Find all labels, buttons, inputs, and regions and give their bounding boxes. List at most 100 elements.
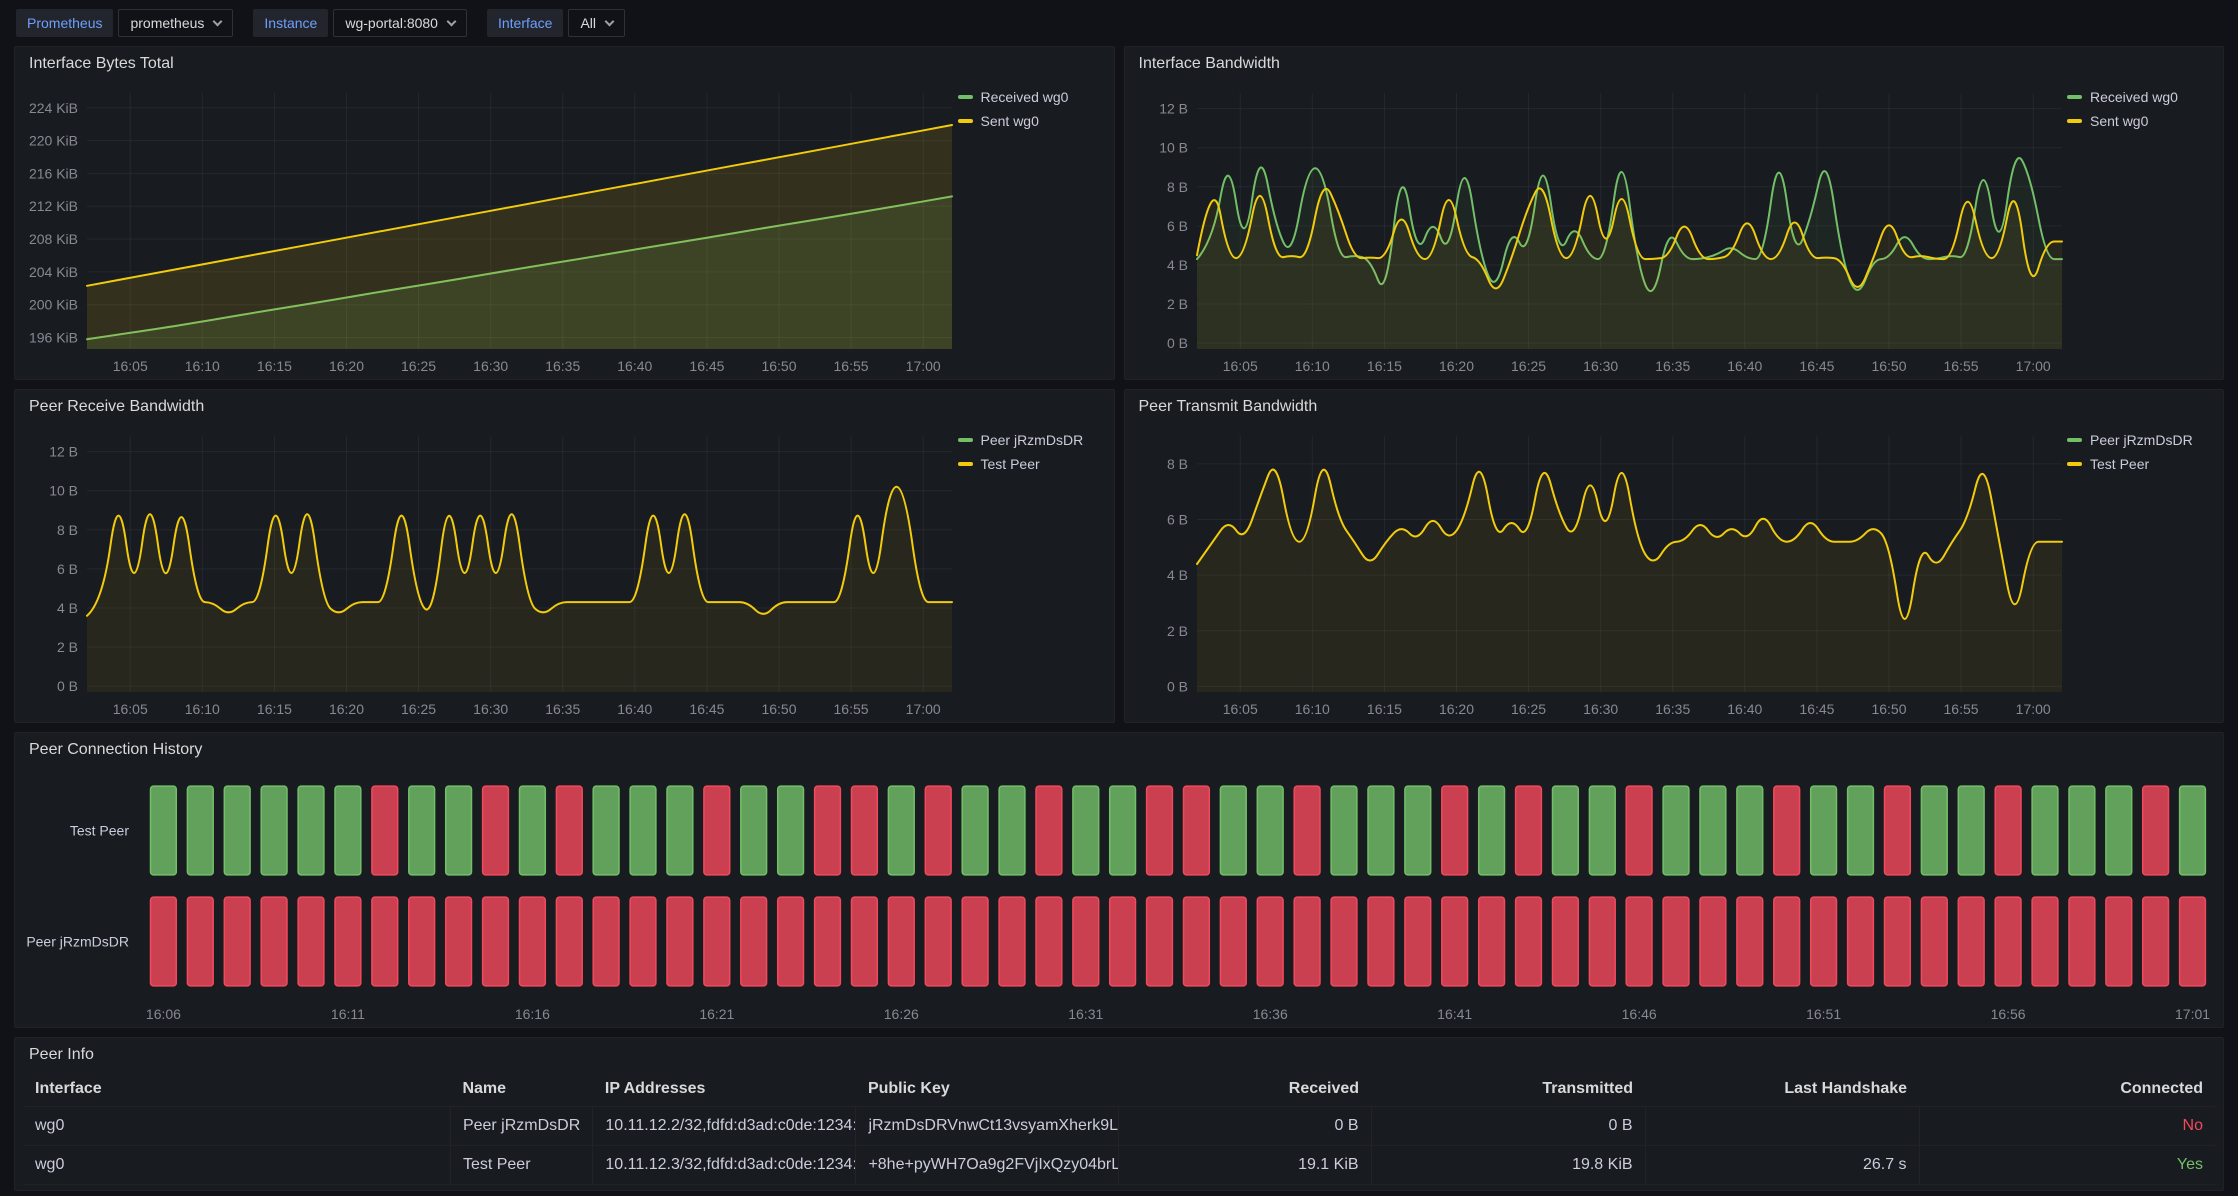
status-bar-down [1995,786,2021,875]
status-bar-down [741,897,767,986]
tick-label: 4 B [1166,257,1187,273]
status-bar-up [1073,786,1099,875]
status-bar-up [2032,786,2058,875]
panel-header: Interface Bandwidth [1125,47,2224,81]
legend-series-label: Sent wg0 [2090,113,2148,129]
var-interface-select[interactable]: All [568,9,625,37]
column-header-name[interactable]: Name [450,1072,592,1107]
status-history-svg: Test PeerPeer jRzmDsDR16:0616:1116:1616:… [15,767,2223,1027]
var-prometheus-label: Prometheus [16,9,113,37]
status-bar-down [999,897,1025,986]
status-bar-up [1663,786,1689,875]
panel-title: Interface Bandwidth [1139,55,1280,73]
table-row: wg0Peer jRzmDsDR10.11.12.2/32,fdfd:d3ad:… [23,1107,2215,1146]
status-bar-down [778,897,804,986]
tick-label: 16:10 [1294,358,1329,374]
peer-connection-history-chart[interactable]: Test PeerPeer jRzmDsDR16:0616:1116:1616:… [15,767,2223,1027]
tick-label: 0 B [1166,678,1187,694]
legend-series-swatch [2067,438,2082,442]
tick-label: 16:11 [331,1006,365,1022]
status-bar-down [1110,897,1136,986]
interface-bytes-total-chart[interactable]: 16:0516:1016:1516:2016:2516:3016:3516:40… [21,81,958,377]
status-bar-down [1220,897,1246,986]
status-bar-up [1848,786,1874,875]
var-prometheus-select[interactable]: prometheus [118,9,233,37]
tick-label: 16:05 [1222,358,1257,374]
legend-series-label: Peer jRzmDsDR [981,432,1084,448]
tick-label: 200 KiB [29,297,78,313]
tick-label: 17:00 [2015,358,2050,374]
column-header-interface[interactable]: Interface [23,1072,450,1107]
tick-label: 16:50 [1871,358,1906,374]
status-bar-down [520,897,546,986]
chevron-down-icon [447,16,457,26]
panel-header: Peer Transmit Bandwidth [1125,390,2224,424]
cell-received: 0 B [1119,1107,1371,1146]
column-header-connected[interactable]: Connected [1919,1072,2215,1107]
status-bar-down [1405,897,1431,986]
status-bar-down [224,897,250,986]
tick-label: 212 KiB [29,198,78,214]
column-header-public-key[interactable]: Public Key [856,1072,1119,1107]
status-bar-up [2106,786,2132,875]
cell-last-handshake [1645,1107,1919,1146]
status-bar-down [962,897,988,986]
interface-bandwidth-svg: 16:0516:1016:1516:2016:2516:3016:3516:40… [1131,81,2068,377]
status-bar-down [888,897,914,986]
peer-receive-bandwidth-svg: 16:0516:1016:1516:2016:2516:3016:3516:40… [21,424,958,720]
legend-item-sent-wg0[interactable]: Sent wg0 [2067,113,2217,129]
status-bar-down [335,897,361,986]
status-bar-down [1885,786,1911,875]
legend-item-test-peer[interactable]: Test Peer [958,456,1108,472]
legend-item-peer-jrzmdsdr[interactable]: Peer jRzmDsDR [2067,432,2217,448]
panel-peer-connection-history: Peer Connection History Test PeerPeer jR… [14,732,2224,1028]
interface-bandwidth-chart[interactable]: 16:0516:1016:1516:2016:2516:3016:3516:40… [1131,81,2068,377]
status-bar-down [1663,897,1689,986]
column-header-ip-addresses[interactable]: IP Addresses [593,1072,856,1107]
peer-info-table: InterfaceNameIP AddressesPublic KeyRecei… [23,1072,2215,1185]
status-bar-down [483,786,509,875]
status-bar-up [1700,786,1726,875]
status-bar-up [1331,786,1357,875]
panel-interface-bandwidth: Interface Bandwidth 16:0516:1016:1516:20… [1124,46,2225,380]
legend-item-test-peer[interactable]: Test Peer [2067,456,2217,472]
tick-label: 16:40 [617,701,652,717]
var-prometheus: Prometheus prometheus [16,9,233,37]
cell-transmitted: 0 B [1371,1107,1645,1146]
status-bar-down [2069,897,2095,986]
tick-label: 16:45 [689,701,724,717]
legend-item-sent-wg0[interactable]: Sent wg0 [958,113,1108,129]
legend-item-peer-jrzmdsdr[interactable]: Peer jRzmDsDR [958,432,1108,448]
status-bar-up [593,786,619,875]
column-header-received[interactable]: Received [1119,1072,1371,1107]
tick-label: 16:30 [1583,358,1618,374]
column-header-transmitted[interactable]: Transmitted [1371,1072,1645,1107]
tick-label: 6 B [57,561,78,577]
status-bar-down [1294,786,1320,875]
legend: Received wg0 Sent wg0 [958,81,1108,377]
tick-label: 16:46 [1622,1006,1657,1022]
legend-series-swatch [2067,119,2082,123]
peer-receive-bandwidth-chart[interactable]: 16:0516:1016:1516:2016:2516:3016:3516:40… [21,424,958,720]
legend-item-received-wg0[interactable]: Received wg0 [958,89,1108,105]
legend-item-received-wg0[interactable]: Received wg0 [2067,89,2217,105]
peer-transmit-bandwidth-chart[interactable]: 16:0516:1016:1516:2016:2516:3016:3516:40… [1131,424,2068,720]
status-bar-down [1442,786,1468,875]
column-header-last-handshake[interactable]: Last Handshake [1645,1072,1919,1107]
tick-label: 16:55 [834,701,869,717]
panel-title: Interface Bytes Total [29,55,174,73]
status-bar-down [2143,786,2169,875]
tick-label: 16:10 [185,701,220,717]
tick-label: 16:35 [1655,358,1690,374]
status-bar-up [1368,786,1394,875]
tick-label: 8 B [57,522,78,538]
tick-label: 16:40 [617,358,652,374]
tick-label: 0 B [1166,335,1187,351]
status-bar-down [630,897,656,986]
status-bar-down [815,786,841,875]
panel-header: Peer Connection History [15,733,2223,767]
status-bar-down [1958,897,1984,986]
tick-label: 16:36 [1253,1006,1288,1022]
var-instance-select[interactable]: wg-portal:8080 [333,9,467,37]
peer-transmit-bandwidth-svg: 16:0516:1016:1516:2016:2516:3016:3516:40… [1131,424,2068,720]
